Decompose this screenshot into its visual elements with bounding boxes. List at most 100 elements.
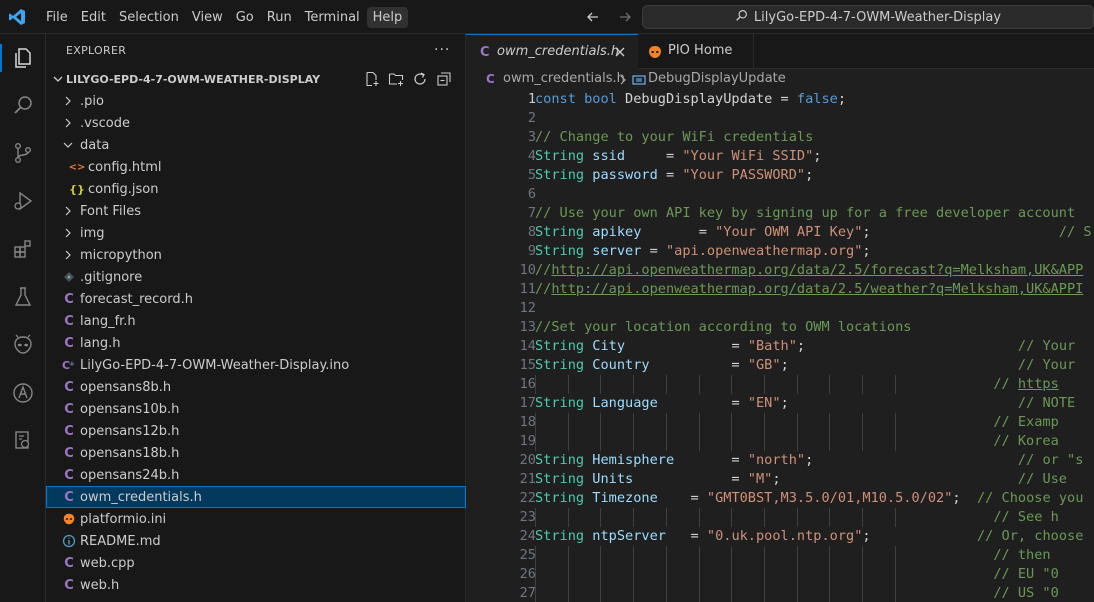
collapse-all-icon[interactable] xyxy=(436,71,452,87)
menu-selection[interactable]: Selection xyxy=(113,7,185,28)
menu-terminal[interactable]: Terminal xyxy=(299,7,366,28)
tree-file[interactable]: Copensans8b.h xyxy=(46,376,466,398)
line-number: 19 xyxy=(519,433,536,449)
code-token: String xyxy=(535,528,593,544)
tree-file[interactable]: C + LilyGo-EPD-4-7-OWM-Weather-Display.ino xyxy=(46,354,466,376)
code-token: password xyxy=(592,167,658,183)
more-actions-icon[interactable]: ··· xyxy=(434,42,450,58)
code-token: // Your xyxy=(1017,338,1076,354)
tab-owm-credentials[interactable]: C owm_credentials.h xyxy=(466,34,638,69)
code-token: Country xyxy=(592,357,650,373)
device-manager-icon[interactable] xyxy=(0,421,46,461)
tree-file[interactable]: README.md xyxy=(46,530,466,552)
code-text: String Language = "EN"; // NOTE xyxy=(535,394,1075,413)
tree-folder[interactable]: .pio xyxy=(46,90,466,112)
breadcrumb-symbol[interactable]: DebugDisplayUpdate xyxy=(648,71,786,86)
tree-item-label: config.html xyxy=(88,159,162,175)
menu-run[interactable]: Run xyxy=(261,7,298,28)
c-file-icon: C xyxy=(64,335,74,351)
code-token: ; xyxy=(813,148,822,164)
tree-file[interactable]: Cweb.h xyxy=(46,574,466,596)
code-line: 16 // https xyxy=(466,375,1094,394)
chevron-right-icon xyxy=(62,227,74,239)
new-folder-icon[interactable] xyxy=(388,71,404,87)
testing-icon[interactable] xyxy=(0,277,46,317)
code-token: = xyxy=(649,357,748,373)
search-view-icon[interactable] xyxy=(0,85,46,125)
code-text: // EU "0 xyxy=(535,565,1058,584)
tree-file[interactable]: .gitignore xyxy=(46,266,466,288)
line-number: 1 xyxy=(527,91,536,107)
tree-file[interactable]: Copensans10b.h xyxy=(46,398,466,420)
close-icon[interactable] xyxy=(614,46,626,62)
tree-item-label: lang_fr.h xyxy=(80,313,136,329)
code-text: String City = "Bath"; // Your xyxy=(535,337,1075,356)
source-control-icon[interactable] xyxy=(0,133,46,173)
tree-item-label: opensans8b.h xyxy=(80,379,172,395)
menu-view[interactable]: View xyxy=(186,7,229,28)
tree-file[interactable]: {} config.json xyxy=(46,178,466,200)
tree-folder[interactable]: .vscode xyxy=(46,112,466,134)
menu-help[interactable]: Help xyxy=(366,6,409,28)
run-debug-icon[interactable] xyxy=(0,181,46,221)
code-token: //Set your location according to OWM loc… xyxy=(535,319,912,335)
explorer-icon[interactable] xyxy=(0,38,46,78)
code-text: // US "0 xyxy=(535,584,1059,602)
code-token: ; xyxy=(780,357,789,373)
code-line: 13//Set your location according to OWM l… xyxy=(466,318,1094,337)
vscode-logo-icon xyxy=(8,8,26,26)
back-arrow-icon[interactable] xyxy=(584,8,602,26)
tree-file[interactable]: Copensans18b.h xyxy=(46,442,466,464)
tree-file[interactable]: Clang.h xyxy=(46,332,466,354)
code-line: 5 String password = "Your PASSWORD"; xyxy=(466,166,1094,185)
info-file-icon xyxy=(62,534,76,548)
extensions-icon[interactable] xyxy=(0,229,46,269)
code-token: "EN" xyxy=(747,395,781,411)
tree-folder[interactable]: Font Files xyxy=(46,200,466,222)
code-token: = xyxy=(657,167,683,183)
workspace-root[interactable]: LILYGO-EPD-4-7-OWM-WEATHER-DISPLAY xyxy=(46,68,466,90)
line-number: 5 xyxy=(527,167,536,183)
tree-file[interactable]: Cweb.cpp xyxy=(46,552,466,574)
tree-file[interactable]: <> config.html xyxy=(46,156,466,178)
tree-item-label: README.md xyxy=(80,533,161,549)
tree-file[interactable]: Copensans12b.h xyxy=(46,420,466,442)
tree-folder[interactable]: micropython xyxy=(46,244,466,266)
tree-file[interactable]: Copensans24b.h xyxy=(46,464,466,486)
platformio-icon xyxy=(647,44,663,64)
tree-file[interactable]: Cforecast_record.h xyxy=(46,288,466,310)
code-line: 11//http://api.openweathermap.org/data/2… xyxy=(466,280,1094,299)
tree-folder[interactable]: data xyxy=(46,134,466,156)
tree-file[interactable]: platformio.ini xyxy=(46,508,466,530)
code-text: String server = "api.openweathermap.org"… xyxy=(535,242,871,261)
breadcrumb-file[interactable]: owm_credentials.h xyxy=(503,71,625,86)
menu-edit[interactable]: Edit xyxy=(75,7,112,28)
refresh-icon[interactable] xyxy=(412,71,428,87)
new-file-icon[interactable] xyxy=(364,71,380,87)
code-editor[interactable]: 1 const bool DebugDisplayUpdate = false; 2… xyxy=(466,90,1094,602)
activity-bar xyxy=(0,34,46,602)
menu-go[interactable]: Go xyxy=(230,7,260,28)
c-file-icon: C xyxy=(64,577,74,593)
code-token: String xyxy=(535,338,593,354)
tab-pio-home[interactable]: PIO Home xyxy=(638,34,754,69)
tree-item-label: opensans12b.h xyxy=(80,423,180,439)
code-token: "M" xyxy=(747,471,773,487)
chevron-right-icon xyxy=(62,117,74,129)
tree-file[interactable]: Cowm_credentials.h xyxy=(46,486,466,508)
code-token: // US "0 xyxy=(993,585,1059,601)
code-token: // Examp xyxy=(993,414,1059,430)
menu-file[interactable]: File xyxy=(40,7,74,28)
tree-file[interactable]: Clang_fr.h xyxy=(46,310,466,332)
arduino-compass-icon[interactable] xyxy=(0,373,46,413)
tree-folder[interactable]: img xyxy=(46,222,466,244)
code-token: String xyxy=(535,243,593,259)
command-center-search[interactable]: LilyGo-EPD-4-7-OWM-Weather-Display xyxy=(642,5,1094,29)
forward-arrow-icon[interactable] xyxy=(616,8,634,26)
line-number: 27 xyxy=(519,585,536,601)
platformio-alien-icon[interactable] xyxy=(0,325,46,365)
